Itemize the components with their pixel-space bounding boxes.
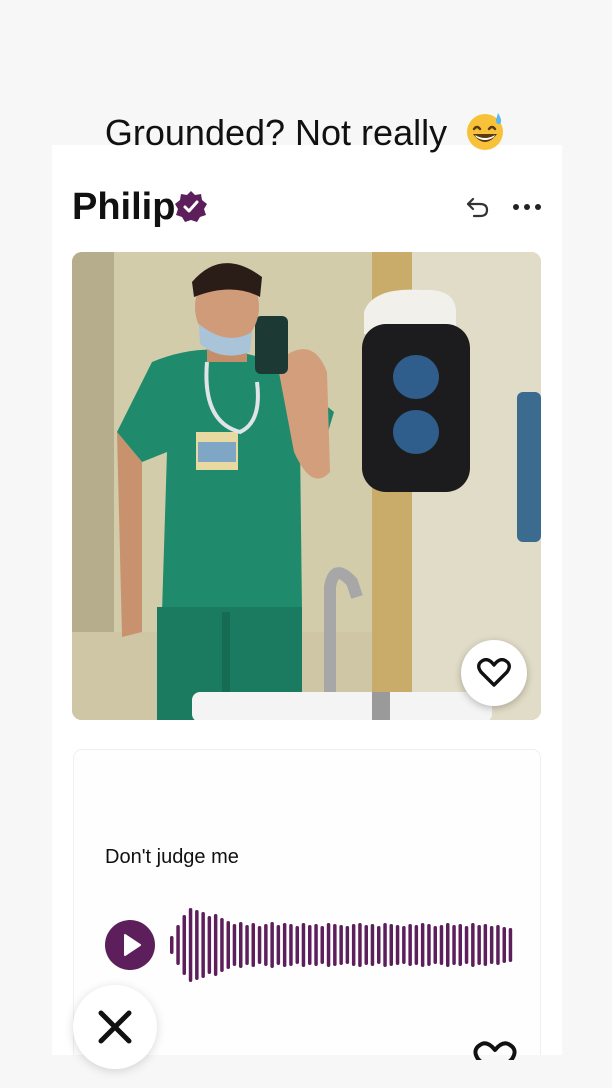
- waveform-bar: [207, 916, 212, 974]
- waveform-bar: [295, 926, 299, 964]
- waveform-bar: [452, 925, 456, 965]
- waveform-bar: [389, 924, 393, 966]
- waveform-bar: [301, 923, 306, 967]
- waveform-bar: [477, 925, 481, 965]
- close-x-icon: [98, 1010, 132, 1044]
- grinning-sweat-emoji-icon: [467, 113, 504, 151]
- waveform-bar: [232, 924, 237, 966]
- waveform-icon[interactable]: [169, 905, 514, 985]
- waveform-bar: [289, 924, 293, 966]
- waveform-bar: [420, 923, 425, 967]
- profile-card: Philip Don't judge me: [52, 145, 562, 1055]
- waveform-bar: [176, 925, 180, 965]
- app-screen: Grounded? Not really Philip Don't judge …: [0, 0, 612, 1088]
- waveform-bar: [439, 925, 444, 965]
- waveform-bar: [276, 925, 281, 965]
- like-photo-button[interactable]: [461, 640, 527, 706]
- heart-icon: [477, 658, 511, 687]
- waveform-bar: [483, 924, 488, 966]
- waveform-bar: [471, 923, 475, 967]
- dismiss-button[interactable]: [73, 985, 157, 1069]
- profile-name: Philip: [72, 186, 176, 228]
- like-prompt-button[interactable]: [472, 1040, 518, 1060]
- video-caption: Grounded? Not really: [0, 112, 612, 154]
- waveform-bar: [502, 927, 506, 963]
- play-button[interactable]: [105, 920, 155, 970]
- waveform-bar: [308, 925, 312, 965]
- waveform-bar: [282, 923, 287, 967]
- waveform-bar: [427, 924, 431, 966]
- waveform-bar: [345, 926, 350, 964]
- waveform-bar: [464, 926, 469, 964]
- waveform-bar: [489, 926, 494, 964]
- play-icon: [124, 934, 141, 956]
- more-options-icon[interactable]: [512, 194, 542, 220]
- verified-badge-icon: [175, 191, 207, 222]
- heart-icon: [473, 1041, 517, 1060]
- waveform-bar: [257, 926, 262, 964]
- waveform-bar: [220, 918, 224, 972]
- waveform-bar: [508, 928, 513, 962]
- waveform-bar: [383, 923, 387, 967]
- waveform-bar: [402, 926, 406, 964]
- waveform-bar: [333, 924, 337, 966]
- undo-arrow-icon[interactable]: [464, 194, 490, 220]
- waveform-bar: [195, 910, 199, 980]
- waveform-bar: [358, 923, 362, 967]
- waveform-bar: [446, 923, 450, 967]
- waveform-bar: [170, 936, 174, 954]
- profile-photo[interactable]: [72, 252, 541, 720]
- waveform-bar: [320, 926, 324, 964]
- waveform-bar: [213, 914, 218, 976]
- voice-prompt-text: Don't judge me: [105, 846, 239, 868]
- waveform-bar: [239, 922, 243, 968]
- waveform-bar: [188, 908, 193, 982]
- waveform-bar: [364, 925, 368, 965]
- waveform-bar: [226, 921, 230, 969]
- waveform-bar: [326, 923, 331, 967]
- waveform-bar: [339, 925, 343, 965]
- waveform-bar: [458, 924, 462, 966]
- waveform-bar: [245, 925, 249, 965]
- waveform-bar: [496, 925, 500, 965]
- waveform-bar: [414, 925, 419, 965]
- waveform-bar: [351, 924, 356, 966]
- waveform-bar: [408, 924, 412, 966]
- waveform-bar: [395, 925, 400, 965]
- caption-text: Grounded? Not really: [104, 112, 448, 153]
- waveform-bar: [433, 926, 437, 964]
- waveform-bar: [264, 924, 268, 966]
- waveform-bar: [182, 915, 186, 975]
- waveform-bar: [270, 922, 274, 968]
- profile-header: Philip: [72, 185, 542, 229]
- waveform-bar: [314, 924, 318, 966]
- waveform-bar: [251, 923, 255, 967]
- waveform-bar: [201, 912, 205, 978]
- waveform-bar: [370, 924, 375, 966]
- waveform-bar: [377, 926, 381, 964]
